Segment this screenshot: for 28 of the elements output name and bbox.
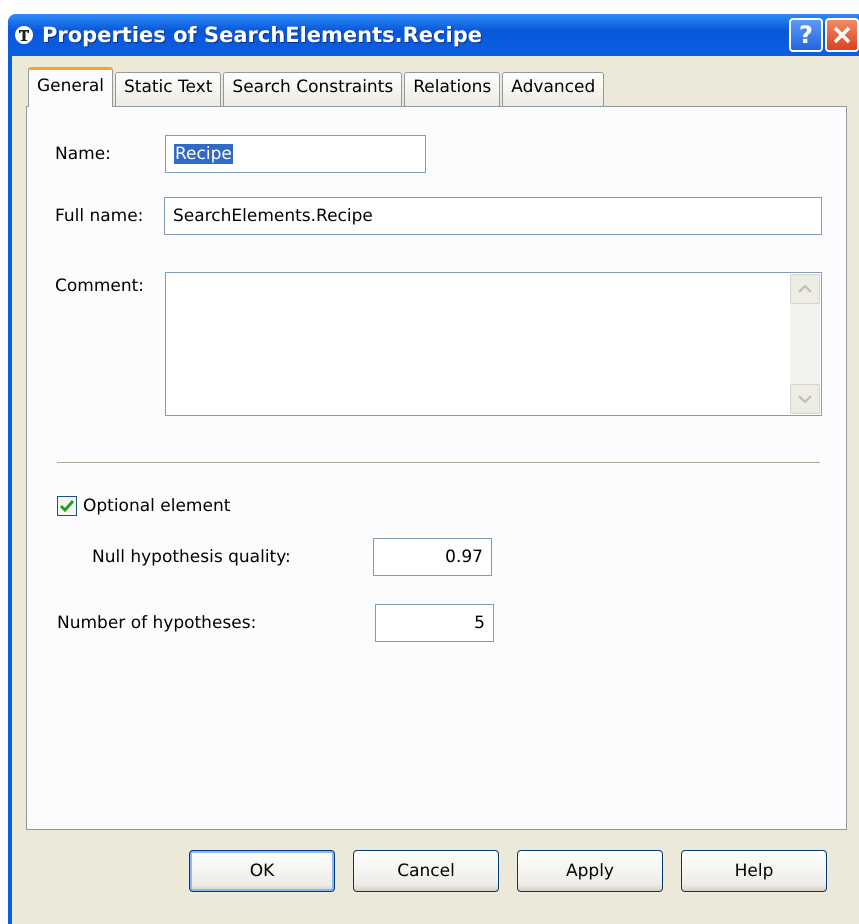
- checkbox[interactable]: [57, 496, 77, 516]
- hypotheses-count-field[interactable]: 5: [375, 604, 494, 642]
- field-label: Number of hypotheses:: [57, 613, 258, 633]
- dialog-button[interactable]: Cancel: [353, 850, 499, 892]
- scroll-down-icon[interactable]: [790, 384, 820, 414]
- tab[interactable]: Advanced: [502, 72, 604, 106]
- tab[interactable]: Search Constraints: [223, 72, 402, 106]
- tab[interactable]: General: [28, 67, 113, 107]
- scroll-up-icon[interactable]: [790, 274, 820, 304]
- field-label: Full name:: [55, 206, 144, 226]
- name-field[interactable]: Recipe: [165, 135, 426, 173]
- app-icon: [14, 25, 34, 45]
- dialog-button[interactable]: OK: [189, 850, 335, 892]
- full-name-field[interactable]: SearchElements.Recipe: [164, 197, 822, 235]
- comment-field[interactable]: [165, 272, 822, 416]
- field-label: Null hypothesis quality:: [92, 547, 292, 567]
- dialog-button[interactable]: Help: [681, 850, 827, 892]
- help-button[interactable]: ?: [789, 18, 823, 52]
- tab[interactable]: Static Text: [115, 72, 222, 106]
- close-icon: [831, 24, 853, 46]
- window-title: Properties of SearchElements.Recipe: [42, 23, 483, 47]
- checkbox-label[interactable]: Optional element: [83, 496, 230, 516]
- quality-field[interactable]: 0.97: [373, 538, 492, 576]
- field-label: Comment:: [55, 276, 146, 296]
- dialog-button[interactable]: Apply: [517, 850, 663, 892]
- tab[interactable]: Relations: [404, 72, 500, 106]
- close-button[interactable]: [825, 18, 859, 52]
- field-label: Name:: [55, 144, 112, 164]
